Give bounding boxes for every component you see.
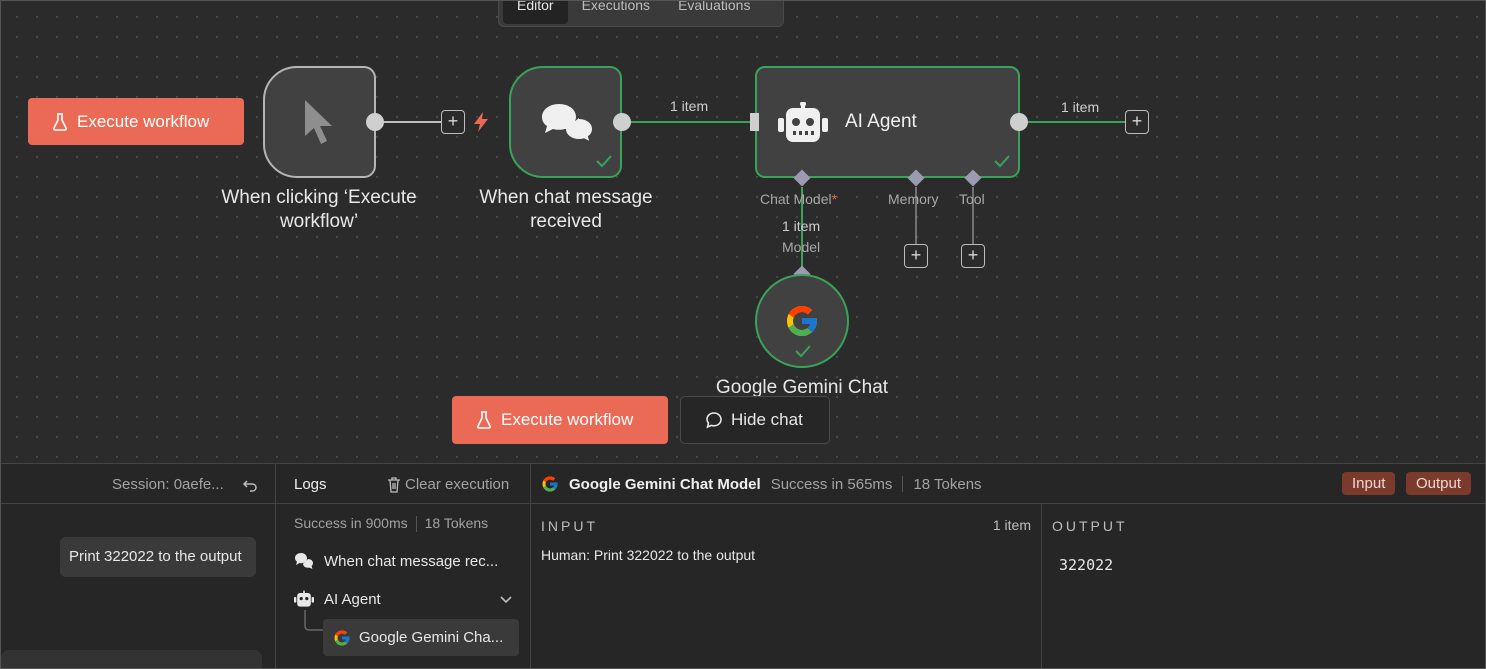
input-item-count: 1 item (992, 517, 1031, 533)
add-node-after-agent-button[interactable]: + (1125, 110, 1149, 134)
manual-trigger-node[interactable] (263, 66, 376, 178)
flask-icon (477, 411, 491, 429)
logs-status: Success in 900ms (294, 515, 408, 531)
execute-workflow-bottom-label: Execute workflow (501, 410, 634, 429)
chat-bubbles-icon (542, 104, 595, 145)
hide-chat-button[interactable]: Hide chat (680, 396, 830, 444)
log-item-ai-agent[interactable]: AI Agent (294, 590, 512, 608)
detail-tokens: 18 Tokens (913, 475, 982, 493)
logs-pane: Logs Clear execution Success in 900ms 18 … (276, 464, 531, 668)
log-item-label: Google Gemini Cha... (359, 629, 504, 646)
memory-port-label: Memory (888, 191, 939, 207)
chat-trigger-node[interactable] (509, 66, 622, 178)
tab-editor[interactable]: Editor (503, 1, 568, 24)
reset-session-icon[interactable] (242, 477, 258, 493)
log-item-gemini[interactable]: Google Gemini Cha... (323, 619, 519, 656)
input-section-title: INPUT (541, 518, 598, 534)
bottom-panel: Session: 0aefe... Print 322022 to the ou… (1, 463, 1485, 668)
input-panel: INPUT 1 item Human: Print 322022 to the … (531, 504, 1042, 668)
google-icon (334, 630, 350, 645)
google-icon (787, 306, 817, 336)
output-content: 322022 (1059, 556, 1114, 574)
robot-icon (294, 590, 314, 607)
log-item-chat-trigger[interactable]: When chat message rec... (294, 552, 498, 570)
trash-icon (388, 476, 400, 493)
workflow-canvas[interactable]: Editor Executions Evaluations Execute wo… (1, 1, 1485, 463)
output-panel: OUTPUT 322022 (1042, 504, 1485, 668)
success-check-icon (795, 345, 811, 358)
tab-evaluations[interactable]: Evaluations (664, 1, 764, 24)
session-id: Session: 0aefe... (112, 476, 224, 493)
add-tool-button[interactable]: + (961, 244, 985, 268)
execute-workflow-label: Execute workflow (77, 111, 210, 131)
ai-agent-title: AI Agent (845, 111, 917, 132)
detail-node-info: Google Gemini Chat Model Success in 565m… (541, 475, 982, 493)
hide-chat-label: Hide chat (731, 410, 803, 429)
detail-pane-header: Google Gemini Chat Model Success in 565m… (531, 464, 1485, 504)
chat-message-text: Print 322022 to the output (69, 548, 242, 565)
agent-output-item-count: 1 item (1061, 99, 1100, 115)
chat-model-port[interactable] (792, 168, 812, 188)
app-window: Editor Executions Evaluations Execute wo… (0, 0, 1486, 669)
chat-model-port-label: Chat Model* (760, 191, 838, 207)
google-icon (542, 476, 558, 492)
manual-trigger-label: When clicking ‘Execute workflow’ (221, 187, 417, 232)
node-detail-pane: Google Gemini Chat Model Success in 565m… (531, 464, 1485, 668)
add-memory-button[interactable]: + (904, 244, 928, 268)
cursor-icon (305, 100, 332, 144)
memory-port[interactable] (906, 168, 926, 188)
ai-agent-node[interactable]: AI Agent (755, 66, 1020, 178)
execute-workflow-button[interactable]: Execute workflow (28, 98, 244, 145)
agent-input-port[interactable] (750, 112, 760, 132)
tab-executions[interactable]: Executions (568, 1, 664, 24)
tool-port[interactable] (963, 168, 983, 188)
output-toggle-button[interactable]: Output (1406, 472, 1472, 495)
chat-output-port[interactable] (612, 112, 632, 132)
view-tabs: Editor Executions Evaluations (498, 1, 784, 27)
chat-pane: Session: 0aefe... Print 322022 to the ou… (1, 464, 276, 668)
execute-workflow-bottom-button[interactable]: Execute workflow (452, 396, 668, 444)
trigger-output-port[interactable] (365, 112, 385, 132)
google-gemini-node[interactable] (755, 274, 849, 368)
clear-execution-button[interactable]: Clear execution (387, 476, 509, 493)
clear-execution-label: Clear execution (405, 476, 510, 493)
model-item-count: 1 item (782, 218, 821, 234)
tool-port-label: Tool (959, 191, 985, 207)
success-check-icon (596, 155, 612, 168)
connection-item-count: 1 item (670, 98, 709, 114)
chat-icon (295, 553, 313, 569)
logs-pane-header: Logs Clear execution (276, 464, 530, 504)
flask-icon (53, 112, 67, 131)
input-toggle-button[interactable]: Input (1342, 472, 1396, 495)
agent-output-port[interactable] (1009, 112, 1029, 132)
chat-pane-header: Session: 0aefe... (1, 464, 275, 504)
input-content: Human: Print 322022 to the output (541, 547, 756, 563)
detail-node-name: Google Gemini Chat Model (569, 475, 761, 493)
logs-summary: Success in 900ms 18 Tokens (294, 515, 489, 533)
chat-trigger-label: When chat message received (479, 187, 653, 232)
chevron-down-icon[interactable] (500, 596, 512, 604)
log-item-label: When chat message rec... (324, 552, 499, 570)
chat-bubble-icon (706, 412, 722, 429)
success-check-icon (994, 155, 1010, 168)
chat-input-box[interactable] (1, 650, 262, 668)
add-node-button[interactable]: + (441, 110, 465, 134)
lightning-icon (474, 112, 488, 132)
model-connection-label: Model (782, 239, 821, 255)
output-section-title: OUTPUT (1052, 518, 1128, 534)
log-item-label: AI Agent (324, 590, 381, 608)
robot-icon (778, 102, 828, 142)
logs-title: Logs (294, 476, 327, 493)
chat-message-bubble: Print 322022 to the output (60, 537, 256, 577)
logs-tokens: 18 Tokens (424, 515, 489, 531)
detail-status: Success in 565ms (770, 475, 893, 493)
